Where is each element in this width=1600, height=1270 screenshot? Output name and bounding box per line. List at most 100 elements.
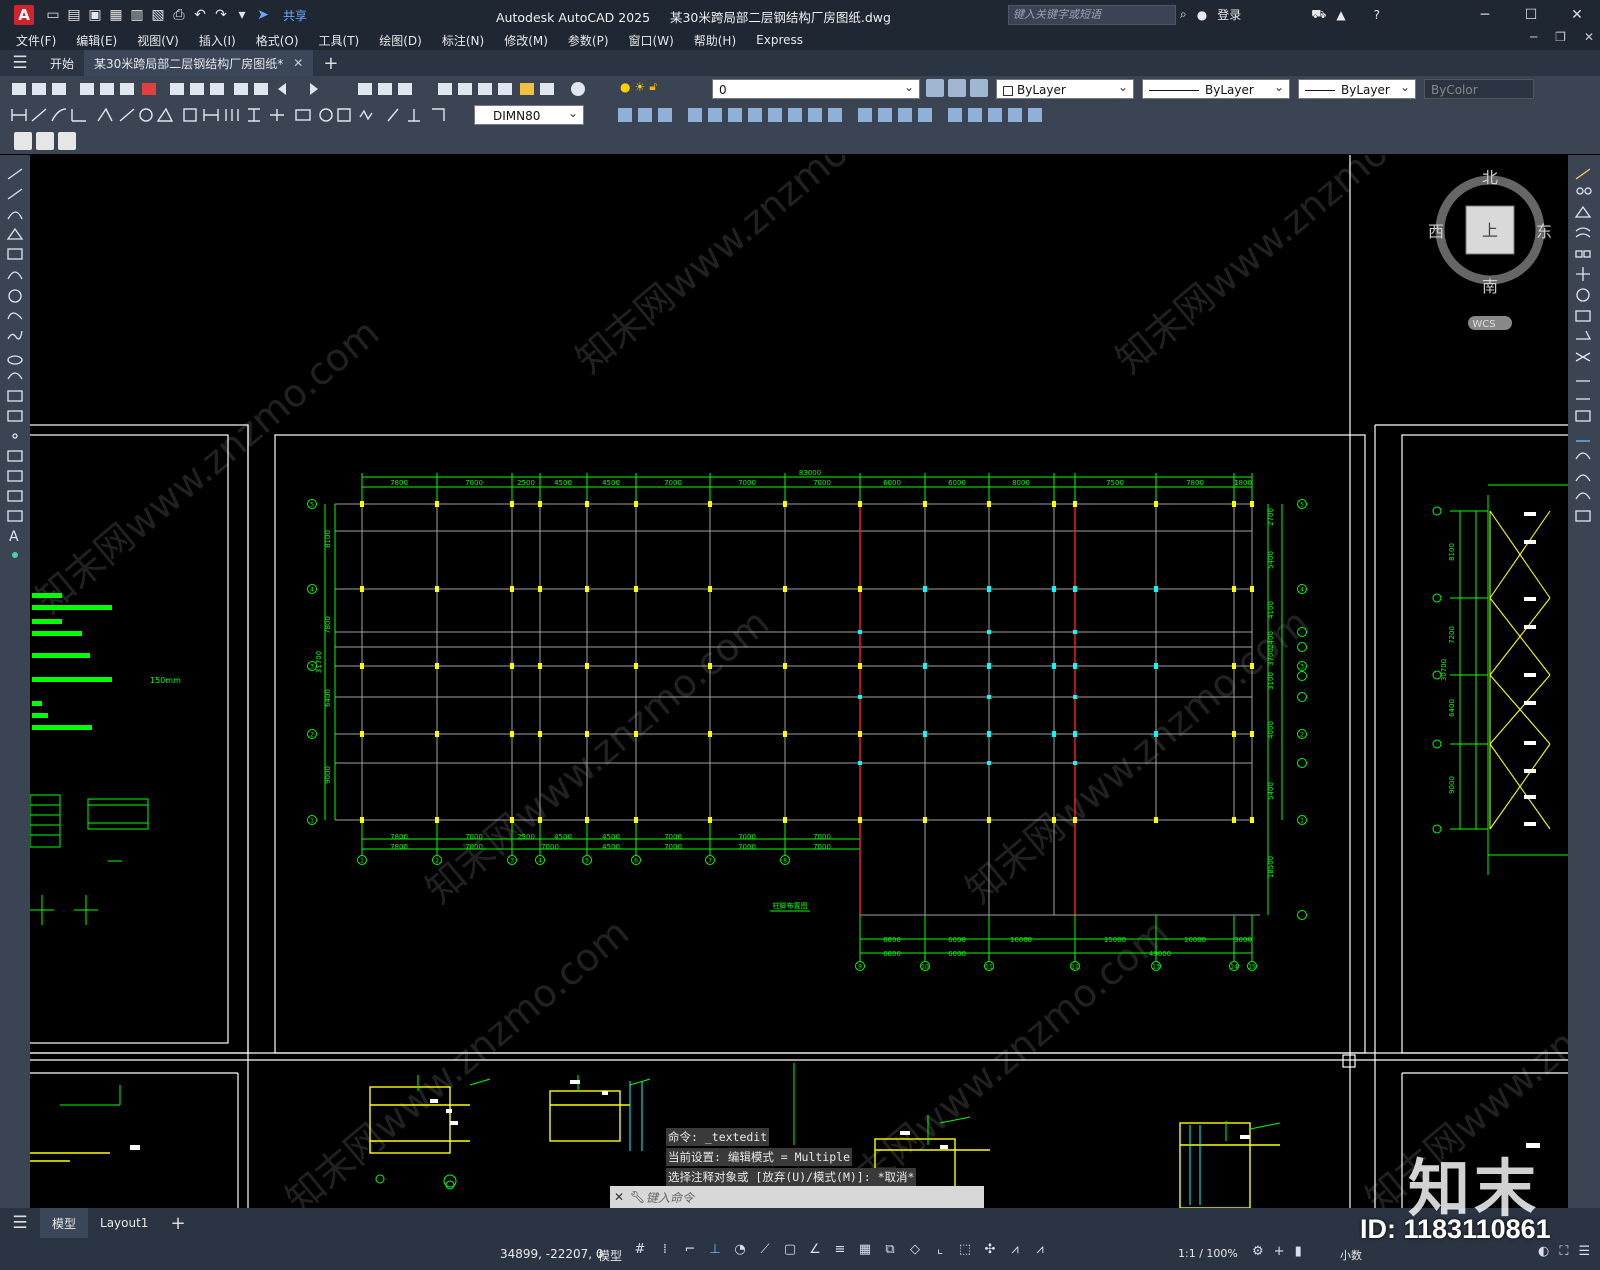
grid-icon[interactable]: # bbox=[632, 1242, 648, 1260]
search-input[interactable]: 键入关键字或短语 bbox=[1008, 5, 1176, 25]
insert-block-icon[interactable] bbox=[36, 132, 54, 150]
tab-layout1[interactable]: Layout1 bbox=[88, 1208, 160, 1238]
undo-icon[interactable]: ↶ bbox=[191, 6, 209, 24]
drawing-canvas[interactable]: 知末网www.znzmo.com 知末网www.znzmo.com 知末网www… bbox=[30, 155, 1568, 1208]
units-dropdown[interactable]: 小数 bbox=[1340, 1247, 1362, 1263]
infer-icon[interactable]: ⌐ bbox=[682, 1242, 698, 1260]
3d-osnap-icon[interactable]: ◇ bbox=[907, 1242, 923, 1260]
draw-tool-icons[interactable]: A bbox=[0, 155, 30, 585]
modify-side-icons[interactable] bbox=[1568, 155, 1600, 535]
auto-scale-icon[interactable]: ⩘ bbox=[1032, 1242, 1048, 1260]
workspace-gear-icon[interactable]: ⚙ bbox=[1252, 1244, 1264, 1259]
menu-format[interactable]: 格式(O) bbox=[256, 32, 299, 49]
publish-icon[interactable]: ▧ bbox=[149, 6, 167, 24]
standard-tool-icons[interactable] bbox=[8, 79, 608, 99]
tab-start[interactable]: 开始 bbox=[40, 50, 84, 76]
gizmo-icon[interactable]: ✣ bbox=[982, 1242, 998, 1260]
compass-east[interactable]: 东 bbox=[1536, 222, 1552, 241]
open-sheet-icon[interactable]: ▥ bbox=[128, 6, 146, 24]
autocad-logo[interactable]: A bbox=[14, 5, 34, 25]
menu-view[interactable]: 视图(V) bbox=[137, 32, 179, 49]
menu-insert[interactable]: 插入(I) bbox=[199, 32, 236, 49]
menu-window[interactable]: 窗口(W) bbox=[629, 32, 674, 49]
customize-status-icon[interactable]: ☰ bbox=[1578, 1244, 1590, 1259]
lineweight-dropdown[interactable]: ByLayer bbox=[1298, 77, 1416, 99]
layer-lock-icon[interactable]: 🔓︎ bbox=[649, 79, 657, 94]
osnap-icon[interactable]: ▢ bbox=[782, 1242, 798, 1260]
layer-previous-icon[interactable] bbox=[970, 79, 988, 97]
menu-file[interactable]: 文件(F) bbox=[16, 32, 56, 49]
new-tab-icon[interactable]: + bbox=[323, 53, 338, 74]
redo-icon[interactable]: ↷ bbox=[212, 6, 230, 24]
share-label[interactable]: 共享 bbox=[283, 7, 307, 24]
annotation-scale[interactable]: 1:1 / 100% bbox=[1178, 1247, 1238, 1260]
layer-properties-icon[interactable] bbox=[926, 79, 944, 97]
otrack-icon[interactable]: ∠ bbox=[807, 1242, 823, 1260]
ortho-icon[interactable]: ⊥ bbox=[707, 1242, 723, 1260]
compass-north[interactable]: 北 bbox=[1482, 170, 1498, 187]
command-input[interactable]: ✕ 🔧︎ 键入命令 bbox=[610, 1186, 984, 1208]
cart-icon[interactable]: ⛟ bbox=[1311, 7, 1326, 23]
clean-screen-icon[interactable]: ◐ bbox=[1538, 1244, 1549, 1259]
help-icon[interactable]: ? bbox=[1374, 8, 1380, 22]
linetype-dropdown[interactable]: ByLayer bbox=[1142, 77, 1290, 99]
make-current-icon[interactable] bbox=[948, 79, 966, 97]
modify-tool-icons[interactable] bbox=[592, 105, 1052, 125]
menu-hamburger-icon[interactable]: ☰ bbox=[0, 53, 40, 73]
login-link[interactable]: 登录 bbox=[1217, 6, 1241, 23]
menu-dimension[interactable]: 标注(N) bbox=[442, 32, 484, 49]
dynamic-ucs-icon[interactable]: ⌞ bbox=[932, 1242, 948, 1260]
layer-sun-icon[interactable]: ☀ bbox=[634, 80, 645, 94]
units-icon[interactable]: ▮ bbox=[1295, 1244, 1302, 1259]
layer-dropdown[interactable]: 0 bbox=[712, 77, 920, 99]
model-space-toggle[interactable]: 模型 bbox=[598, 1247, 622, 1264]
plotstyle-dropdown[interactable]: ByColor bbox=[1424, 77, 1534, 99]
tab-close-icon[interactable]: ✕ bbox=[293, 56, 303, 70]
menu-help[interactable]: 帮助(H) bbox=[694, 32, 736, 49]
save-icon[interactable]: ▣ bbox=[86, 6, 104, 24]
maximize-icon[interactable]: ☐ bbox=[1508, 0, 1554, 30]
polar-icon[interactable]: ◔ bbox=[732, 1242, 748, 1260]
save-as-icon[interactable]: ▦ bbox=[107, 6, 125, 24]
attribute-icon[interactable] bbox=[58, 132, 76, 150]
menu-edit[interactable]: 编辑(E) bbox=[76, 32, 117, 49]
block-editor-icon[interactable] bbox=[14, 132, 32, 150]
open-file-icon[interactable]: ▤ bbox=[65, 6, 83, 24]
compass-south[interactable]: 南 bbox=[1482, 277, 1498, 296]
menu-parametric[interactable]: 参数(P) bbox=[568, 32, 609, 49]
layer-bulb-icon[interactable]: ● bbox=[620, 80, 630, 94]
add-icon[interactable]: + bbox=[1274, 1244, 1285, 1259]
snap-icon[interactable]: ⁞ bbox=[657, 1242, 673, 1260]
tab-model[interactable]: 模型 bbox=[40, 1208, 89, 1238]
fullscreen-icon[interactable]: ⛶ bbox=[1559, 1244, 1568, 1259]
tab-document[interactable]: 某30米跨局部二层钢结构厂房图纸* ✕ bbox=[84, 50, 314, 76]
customize-qat-icon[interactable]: ▾ bbox=[233, 6, 251, 24]
transparency-icon[interactable]: ▦ bbox=[857, 1242, 873, 1260]
menu-draw[interactable]: 绘图(D) bbox=[379, 32, 422, 49]
menu-express[interactable]: Express bbox=[756, 33, 803, 47]
new-file-icon[interactable]: ▭ bbox=[44, 6, 62, 24]
autodesk-app-icon[interactable]: ▲ bbox=[1336, 8, 1345, 22]
close-icon[interactable]: ✕ bbox=[1554, 0, 1600, 30]
doc-close-icon[interactable]: ✕ bbox=[1584, 30, 1594, 44]
selection-filter-icon[interactable]: ⬚ bbox=[957, 1242, 973, 1260]
dimension-tool-icons[interactable] bbox=[8, 105, 478, 125]
command-wrench-icon[interactable]: 🔧︎ bbox=[630, 1190, 645, 1204]
menu-modify[interactable]: 修改(M) bbox=[504, 32, 548, 49]
viewcube[interactable]: 上 北 南 西 东 WCS bbox=[1416, 170, 1566, 340]
menu-tools[interactable]: 工具(T) bbox=[319, 32, 360, 49]
selection-cycling-icon[interactable]: ⧉ bbox=[882, 1242, 898, 1260]
print-icon[interactable]: ⎙ bbox=[170, 6, 188, 24]
doc-restore-icon[interactable]: ❐ bbox=[1555, 30, 1566, 44]
compass-west[interactable]: 西 bbox=[1428, 222, 1444, 241]
drawing-svg[interactable]: 知末网www.znzmo.com 知末网www.znzmo.com 知末网www… bbox=[30, 155, 1568, 1208]
user-icon[interactable]: ● bbox=[1197, 8, 1207, 22]
search-icon[interactable]: ⌕ bbox=[1180, 7, 1187, 22]
coordinate-readout[interactable]: 34899, -22207, 0 bbox=[500, 1247, 604, 1261]
doc-minimize-icon[interactable]: ─ bbox=[1530, 30, 1537, 44]
dimstyle-dropdown[interactable]: DIMN80 bbox=[474, 103, 584, 125]
layout-menu-icon[interactable]: ☰ bbox=[0, 1213, 40, 1233]
minimize-icon[interactable]: ─ bbox=[1462, 0, 1508, 30]
command-close-icon[interactable]: ✕ bbox=[614, 1190, 624, 1204]
new-layout-icon[interactable]: + bbox=[170, 1213, 185, 1234]
